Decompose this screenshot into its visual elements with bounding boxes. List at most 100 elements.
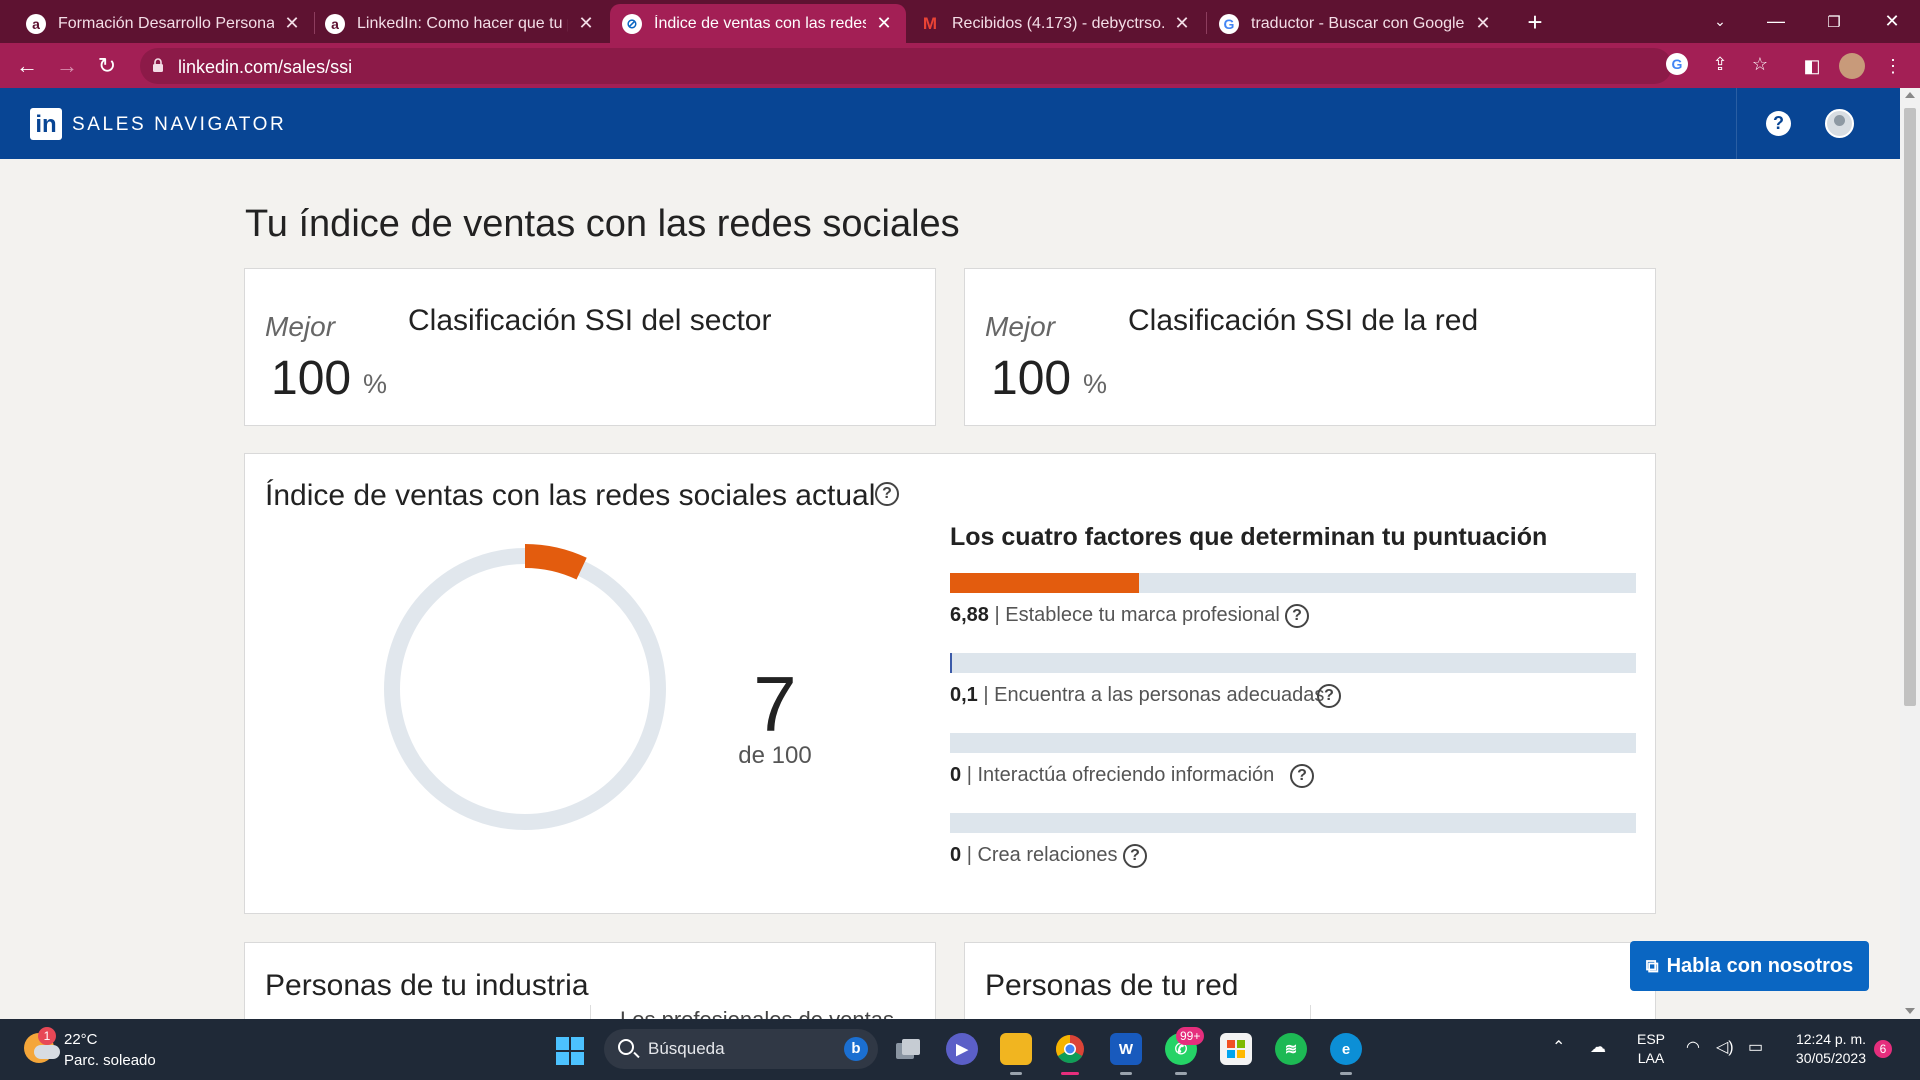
factor-bar-brand: [950, 573, 1636, 593]
ssi-help-icon[interactable]: ?: [875, 482, 899, 506]
notification-badge[interactable]: 6: [1874, 1040, 1892, 1058]
search-placeholder: Búsqueda: [648, 1039, 725, 1058]
edge-icon[interactable]: e: [1330, 1033, 1362, 1065]
windows-start-icon[interactable]: [556, 1037, 584, 1065]
tab-ssi-active[interactable]: ⊘ Índice de ventas con las redes so ✕: [610, 4, 906, 43]
battery-icon[interactable]: ▭: [1748, 1037, 1763, 1057]
tab-linkedin-article[interactable]: a LinkedIn: Como hacer que tu per ✕: [313, 4, 608, 43]
rank-unit: %: [1083, 369, 1108, 399]
current-ssi-card: Índice de ventas con las redes sociales …: [244, 453, 1656, 914]
back-button[interactable]: ←: [10, 49, 44, 83]
scroll-down-arrow-icon[interactable]: [1905, 1008, 1915, 1014]
academia-favicon-icon: a: [325, 13, 345, 34]
factor-value: 0,1: [950, 684, 978, 706]
onedrive-cloud-icon[interactable]: ☁: [1590, 1037, 1606, 1057]
lock-icon[interactable]: [152, 58, 164, 72]
language-indicator[interactable]: ESP LAA: [1636, 1030, 1666, 1068]
rank-unit: %: [363, 369, 388, 399]
task-view-icon[interactable]: [892, 1033, 924, 1065]
academia-favicon-icon: a: [26, 13, 46, 34]
weather-temperature[interactable]: 22°C: [64, 1031, 98, 1048]
rank-value: 100: [991, 352, 1072, 405]
page-title: Tu índice de ventas con las redes social…: [245, 203, 960, 245]
bookmark-star-icon[interactable]: ☆: [1747, 51, 1773, 77]
address-bar[interactable]: linkedin.com/sales/ssi G ⇪ ☆: [140, 48, 1768, 84]
minimize-button[interactable]: —: [1748, 0, 1804, 43]
ssi-score-donut: [380, 544, 670, 834]
tab-google-translator[interactable]: G traductor - Buscar con Google ✕: [1207, 4, 1505, 43]
running-indicator: [1340, 1072, 1352, 1075]
file-explorer-icon[interactable]: [1000, 1033, 1032, 1065]
share-icon[interactable]: ⇪: [1707, 51, 1733, 77]
volume-icon[interactable]: ◁): [1716, 1037, 1734, 1057]
google-favicon-icon: G: [1219, 13, 1239, 34]
factor-bar-relationships: [950, 813, 1636, 833]
factor-value: 0: [950, 844, 962, 866]
tab-close-icon[interactable]: ✕: [282, 13, 302, 34]
rank-value: 100: [271, 352, 352, 405]
scrollbar-thumb[interactable]: [1904, 108, 1916, 706]
best-label: Mejor: [265, 311, 336, 342]
card-divider: [1310, 1005, 1311, 1019]
factor-value: 0: [950, 764, 962, 786]
chrome-icon[interactable]: [1054, 1033, 1086, 1065]
restore-button[interactable]: ❐: [1806, 0, 1862, 43]
tab-search-chevron-icon[interactable]: ⌄: [1692, 0, 1748, 43]
chat-button-label: Habla con nosotros: [1666, 954, 1854, 977]
profile-avatar[interactable]: [1839, 53, 1865, 79]
ssi-card-title: Índice de ventas con las redes sociales …: [265, 479, 876, 512]
linkedin-logo-icon[interactable]: in: [30, 108, 62, 140]
system-clock[interactable]: 12:24 p. m. 30/05/2023: [1786, 1030, 1866, 1068]
factor-help-icon[interactable]: ?: [1285, 604, 1309, 628]
factor-help-icon[interactable]: ?: [1123, 844, 1147, 868]
best-label: Mejor: [985, 311, 1056, 342]
tab-close-icon[interactable]: ✕: [576, 13, 596, 34]
new-tab-button[interactable]: +: [1519, 6, 1551, 38]
browser-menu-icon[interactable]: ⋮: [1880, 53, 1906, 79]
url-text[interactable]: linkedin.com/sales/ssi: [178, 57, 352, 78]
show-hidden-icons-chevron-icon[interactable]: ⌃: [1552, 1037, 1565, 1057]
help-icon[interactable]: ?: [1766, 111, 1791, 136]
chat-with-us-button[interactable]: ⧉ Habla con nosotros: [1630, 941, 1869, 991]
search-icon: [618, 1039, 634, 1055]
brand-name[interactable]: SALES NAVIGATOR: [72, 114, 286, 136]
people-industry-text: Los profesionales de ventas: [620, 1007, 894, 1019]
weather-description[interactable]: Parc. soleado: [64, 1052, 156, 1069]
teams-chat-icon[interactable]: ▶: [946, 1033, 978, 1065]
network-rank-card: Mejor Clasificación SSI de la red 100 %: [964, 268, 1656, 426]
forward-button[interactable]: →: [50, 49, 84, 83]
gmail-favicon-icon: M: [922, 13, 938, 33]
google-translate-icon[interactable]: G: [1666, 53, 1688, 75]
tab-gmail[interactable]: M Recibidos (4.173) - debyctrso.198 ✕: [908, 4, 1204, 43]
factor-help-icon[interactable]: ?: [1317, 684, 1341, 708]
people-industry-title: Personas de tu industria: [265, 969, 589, 1002]
factor-help-icon[interactable]: ?: [1290, 764, 1314, 788]
tab-close-icon[interactable]: ✕: [1473, 13, 1493, 34]
browser-tab-strip: a Formación Desarrollo Personal G ✕ a Li…: [0, 0, 1920, 43]
keyboard-layout: LAA: [1637, 1050, 1665, 1066]
tab-close-icon[interactable]: ✕: [874, 13, 894, 34]
tab-close-icon[interactable]: ✕: [1172, 13, 1192, 34]
close-window-button[interactable]: ✕: [1864, 0, 1920, 43]
whatsapp-badge: 99+: [1176, 1027, 1205, 1045]
factor-label: | Interactúa ofreciendo información: [966, 764, 1275, 786]
spotify-icon[interactable]: ≋: [1275, 1033, 1307, 1065]
page-scrollbar[interactable]: [1900, 88, 1920, 1019]
user-avatar[interactable]: [1825, 109, 1854, 138]
sales-navigator-header: in SALES NAVIGATOR ?: [0, 88, 1900, 159]
tab-formacion[interactable]: a Formación Desarrollo Personal G ✕: [14, 4, 314, 43]
microsoft-store-icon[interactable]: [1220, 1033, 1252, 1065]
factors-title: Los cuatro factores que determinan tu pu…: [950, 523, 1548, 551]
side-panel-icon[interactable]: ◧: [1799, 53, 1825, 79]
reload-button[interactable]: ↻: [90, 49, 124, 83]
bing-icon[interactable]: b: [844, 1037, 868, 1061]
ssi-score-max: de 100: [738, 742, 812, 769]
taskbar-search[interactable]: Búsqueda b: [604, 1029, 878, 1069]
clock-date: 30/05/2023: [1795, 1050, 1866, 1066]
word-icon[interactable]: W: [1110, 1033, 1142, 1065]
scroll-up-arrow-icon[interactable]: [1905, 92, 1915, 98]
wifi-icon[interactable]: ◠: [1686, 1037, 1700, 1057]
browser-toolbar: ← → ↻ linkedin.com/sales/ssi G ⇪ ☆ ◧ ⋮: [0, 43, 1920, 88]
factor-label: | Establece tu marca profesional: [994, 604, 1280, 626]
running-indicator: [1120, 1072, 1132, 1075]
